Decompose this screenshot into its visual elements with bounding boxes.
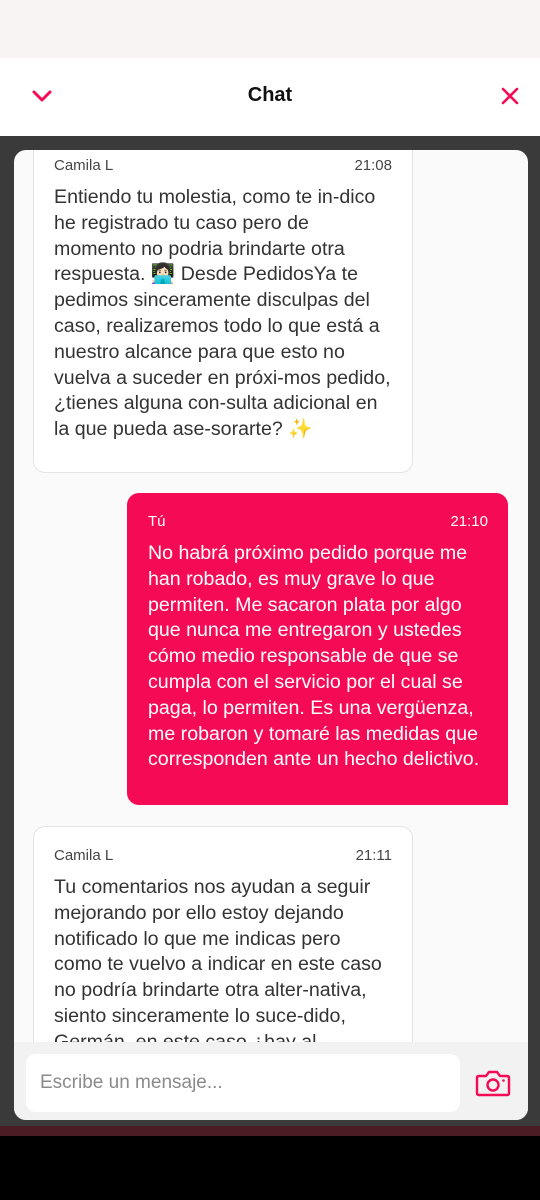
sender-name: Camila L	[54, 157, 114, 174]
message-input[interactable]: Escribe un mensaje...	[26, 1054, 460, 1112]
message-input-placeholder: Escribe un mensaje...	[40, 1072, 223, 1093]
system-nav-bar	[0, 1136, 540, 1200]
message-time: 21:10	[450, 513, 488, 530]
message-text: Entiendo tu molestia, como te in-dico he…	[54, 186, 391, 441]
message-text: No habrá próximo pedido porque me han ro…	[148, 542, 480, 771]
close-icon	[501, 87, 519, 105]
camera-button[interactable]	[474, 1066, 512, 1100]
status-bar	[0, 0, 540, 58]
sender-name: Camila L	[54, 847, 114, 864]
camera-icon	[475, 1070, 511, 1097]
message-incoming: Camila L 21:08 Entiendo tu molestia, com…	[33, 150, 413, 473]
sender-name: Tú	[148, 513, 166, 530]
page-title: Chat	[247, 84, 293, 106]
message-meta: Camila L 21:08	[54, 157, 392, 175]
message-time: 21:08	[354, 157, 392, 174]
close-button[interactable]	[496, 82, 524, 110]
chat-header: Chat	[0, 58, 540, 136]
bottom-accent	[0, 1126, 540, 1136]
message-meta: Tú 21:10	[148, 513, 488, 531]
message-list[interactable]: Camila L 21:08 Entiendo tu molestia, com…	[14, 150, 528, 1120]
composer-bar: Escribe un mensaje...	[14, 1042, 528, 1120]
message-time: 21:11	[355, 847, 392, 864]
message-text: Tu comentarios nos ayudan a seguir mejor…	[54, 876, 382, 1053]
message-outgoing: Tú 21:10 No habrá próximo pedido porque …	[127, 493, 508, 805]
message-meta: Camila L 21:11	[54, 847, 392, 865]
